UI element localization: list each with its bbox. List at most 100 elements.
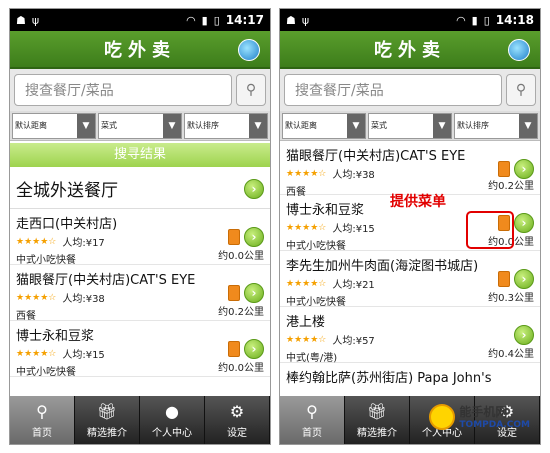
list-item[interactable]: 棒约翰比萨(苏州街店) Papa John's [280, 363, 540, 393]
search-input[interactable]: 搜查餐厅/菜品 [284, 74, 502, 106]
list-item[interactable]: 猫眼餐厅(中关村店)CAT'S EYE ★★★★☆ 人均:¥38 西餐 › 约0.… [280, 141, 540, 198]
search-button[interactable]: ⚲ [506, 74, 536, 106]
distance-filter-label: 默认距离 [285, 121, 317, 130]
restaurant-distance: 约0.0公里 [218, 363, 264, 374]
search-icon: ⚲ [36, 402, 48, 421]
restaurant-price: 人均:¥38 [332, 170, 375, 181]
list-item[interactable]: 走西口(中关村店) ★★★★☆ 人均:¥17 中式小吃快餐 › 约0.0公里 [10, 209, 270, 266]
search-row: 搜查餐厅/菜品 ⚲ [280, 69, 540, 111]
battery-icon: ▯ [213, 13, 220, 27]
sort-filter[interactable]: 默认排序 ▼ [184, 112, 268, 139]
watermark-line1: 能手机网 [459, 405, 508, 419]
tab-label: 精选推介 [87, 427, 127, 439]
search-row: 搜查餐厅/菜品 ⚲ [10, 69, 270, 111]
arrow-right-icon[interactable]: › [244, 339, 264, 359]
usb-icon: ψ [301, 13, 310, 27]
sort-filter-label: 默认排序 [457, 121, 489, 130]
menu-icon [228, 285, 240, 301]
status-bar: ☗ ψ ◠ ▮ ▯ 14:18 [280, 9, 540, 31]
distance-filter[interactable]: 默认距离 ▼ [12, 112, 96, 139]
tab-settings[interactable]: ⚙ 设定 [205, 396, 270, 444]
tab-label: 首页 [32, 427, 52, 439]
cuisine-filter[interactable]: 菜式 ▼ [98, 112, 182, 139]
search-icon: ⚲ [245, 82, 257, 98]
app-title: 吃外卖 [104, 40, 176, 61]
arrow-right-icon[interactable]: › [244, 283, 264, 303]
tab-label: 个人中心 [152, 427, 192, 439]
app-title: 吃外卖 [374, 40, 446, 61]
list-item[interactable]: 博士永和豆浆 ★★★★☆ 人均:¥15 中式小吃快餐 › 约0.0公里 [10, 321, 270, 378]
result-bar[interactable]: 搜寻结果 [10, 143, 270, 167]
watermark-line2: TOMPDA.COM [459, 420, 530, 430]
gift-icon: 🎁︎ [96, 402, 118, 421]
status-time: 14:18 [495, 13, 534, 27]
chevron-down-icon: ▼ [347, 113, 365, 138]
search-button[interactable]: ⚲ [236, 74, 266, 106]
search-icon: ⚲ [515, 82, 527, 98]
menu-callout-label: 提供菜单 [390, 194, 446, 210]
menu-icon [228, 229, 240, 245]
tab-featured[interactable]: 🎁︎ 精选推介 [75, 396, 140, 444]
rating-stars-icon: ★★★★☆ [16, 292, 57, 303]
sort-filter[interactable]: 默认排序 ▼ [454, 112, 538, 139]
wifi-icon: ◠ [456, 13, 466, 27]
arrow-right-icon[interactable]: › [244, 227, 264, 247]
restaurant-name: 猫眼餐厅(中关村店)CAT'S EYE [286, 149, 466, 164]
chevron-down-icon: ▼ [519, 113, 537, 138]
restaurant-price: 人均:¥15 [332, 224, 375, 235]
watermark-logo-icon [429, 403, 456, 430]
left-phone-screen: ☗ ψ ◠ ▮ ▯ 14:17 吃外卖 搜查餐厅/菜品 ⚲ 默认距离 ▼ 菜式 ▼ 默认排序… [9, 8, 271, 445]
restaurant-name: 棒约翰比萨(苏州街店) Papa John's [286, 371, 492, 386]
menu-icon [228, 341, 240, 357]
arrow-right-icon[interactable]: › [514, 325, 534, 345]
globe-icon[interactable] [238, 39, 260, 61]
usb-icon: ψ [31, 13, 40, 27]
cuisine-filter-label: 菜式 [371, 121, 387, 130]
tab-profile[interactable]: ● 个人中心 [140, 396, 205, 444]
restaurant-name: 李先生加州牛肉面(海淀图书城店) [286, 259, 479, 274]
globe-icon[interactable] [508, 39, 530, 61]
cuisine-filter[interactable]: 菜式 ▼ [368, 112, 452, 139]
watermark: 能手机网 TOMPDA.COM [429, 403, 530, 430]
chevron-down-icon: ▼ [163, 113, 181, 138]
tab-label: 首页 [302, 427, 322, 439]
arrow-right-icon[interactable]: › [244, 178, 264, 199]
gift-icon: 🎁︎ [366, 402, 388, 421]
right-phone-screen: ☗ ψ ◠ ▮ ▯ 14:18 吃外卖 搜查餐厅/菜品 ⚲ 默认距离 ▼ 菜式 ▼ 默认排序… [279, 8, 541, 445]
arrow-right-icon[interactable]: › [514, 159, 534, 179]
signal-icon: ▮ [201, 13, 208, 27]
tab-label: 设定 [227, 427, 247, 439]
tab-home[interactable]: ⚲ 首页 [10, 396, 75, 444]
restaurant-name: 博士永和豆浆 [16, 329, 95, 344]
cuisine-filter-label: 菜式 [101, 121, 117, 130]
restaurant-price: 人均:¥38 [62, 294, 105, 305]
restaurant-price: 人均:¥17 [62, 238, 105, 249]
menu-callout-box [466, 211, 514, 249]
list-item[interactable]: 李先生加州牛肉面(海淀图书城店) ★★★★☆ 人均:¥21 中式小吃快餐 › 约0… [280, 251, 540, 308]
arrow-right-icon[interactable]: › [514, 213, 534, 233]
distance-filter[interactable]: 默认距离 ▼ [282, 112, 366, 139]
rating-stars-icon: ★★★★☆ [286, 222, 327, 233]
search-icon: ⚲ [306, 402, 318, 421]
list-item[interactable]: 港上楼 ★★★★☆ 人均:¥57 中式(粤/港) › 约0.4公里 [280, 307, 540, 364]
menu-icon [498, 161, 510, 177]
battery-icon: ▯ [483, 13, 490, 27]
tab-featured[interactable]: 🎁︎ 精选推介 [345, 396, 410, 444]
person-icon: ● [165, 402, 179, 421]
filter-row: 默认距离 ▼ 菜式 ▼ 默认排序 ▼ [280, 111, 540, 141]
tab-home[interactable]: ⚲ 首页 [280, 396, 345, 444]
status-time: 14:17 [225, 13, 264, 27]
restaurant-distance: 约0.3公里 [488, 293, 534, 304]
rating-stars-icon: ★★★★☆ [286, 168, 327, 179]
bottom-tab-bar: ⚲ 首页 🎁︎ 精选推介 ● 个人中心 ⚙ 设定 [10, 396, 270, 444]
list-item[interactable]: 猫眼餐厅(中关村店)CAT'S EYE ★★★★☆ 人均:¥38 西餐 › 约0.… [10, 265, 270, 322]
restaurant-distance: 约0.4公里 [488, 349, 534, 360]
search-input[interactable]: 搜查餐厅/菜品 [14, 74, 232, 106]
arrow-right-icon[interactable]: › [514, 269, 534, 289]
chevron-down-icon: ▼ [77, 113, 95, 138]
status-bar: ☗ ψ ◠ ▮ ▯ 14:17 [10, 9, 270, 31]
rating-stars-icon: ★★★★☆ [286, 278, 327, 289]
section-all-city[interactable]: 全城外送餐厅 › [10, 169, 270, 209]
signal-icon: ▮ [471, 13, 478, 27]
gear-icon: ⚙ [229, 402, 245, 421]
